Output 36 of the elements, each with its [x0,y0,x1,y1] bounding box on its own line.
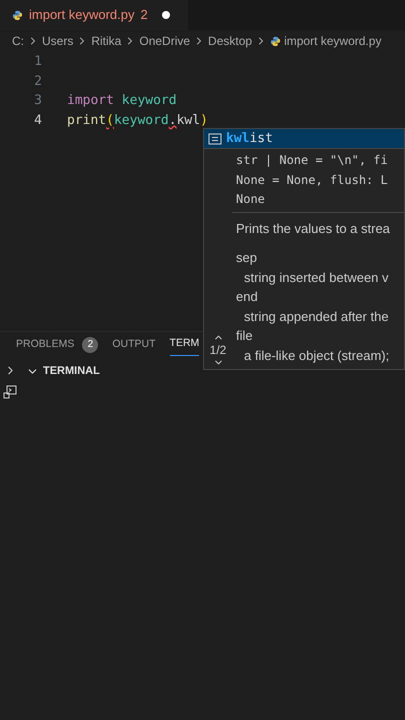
line-number: 2 [33,72,42,90]
breadcrumb-item[interactable]: C: [12,32,24,50]
tab-title: import keyword.py [29,6,134,24]
parameter-description: string inserted between v [243,268,389,287]
page-indicator: 1/2 [210,343,226,357]
list-icon [208,132,222,144]
problem-badge: 2 [82,336,98,352]
suggestion-item[interactable]: kwlist [204,129,404,148]
code-line: import keyword [67,92,177,110]
code-line: print(keyword.kwl) [67,112,208,130]
doc-summary: Prints the values to a strea [236,220,390,238]
parameter-description: string appended after the [243,308,389,326]
line-number: 3 [33,92,42,110]
breadcrumb-item[interactable]: OneDrive [139,32,190,50]
line-number: 1 [33,53,42,71]
editor-tab[interactable]: import keyword.py 2 [0,0,188,30]
breadcrumb-item[interactable]: Ritika [91,32,122,50]
terminal-section-header[interactable]: TERMINAL [26,360,100,382]
parameter-name: sep [236,249,257,267]
line-number: 4 [33,112,42,130]
panel-tab[interactable]: OUTPUT [112,332,156,356]
signature-text: None [236,191,265,208]
parameter-name: end [236,288,258,306]
signature-text: str | None = "\n", fi [236,152,388,169]
panel-tab[interactable]: TERM [170,332,200,356]
parameter-name: file [236,327,253,345]
python-file-icon [270,36,282,46]
problem-count: 2 [140,6,148,24]
terminal-icon[interactable] [3,385,17,399]
breadcrumb-item[interactable]: import keyword.py [284,32,382,50]
signature-text: None = None, flush: L [236,172,388,188]
breadcrumb-item[interactable]: Users [42,32,74,50]
python-file-icon [12,10,23,20]
parameter-description: a file-like object (stream); [243,346,390,365]
breadcrumb-item[interactable]: Desktop [208,32,252,50]
panel-tab[interactable]: PROBLEMS 2 [16,332,98,356]
